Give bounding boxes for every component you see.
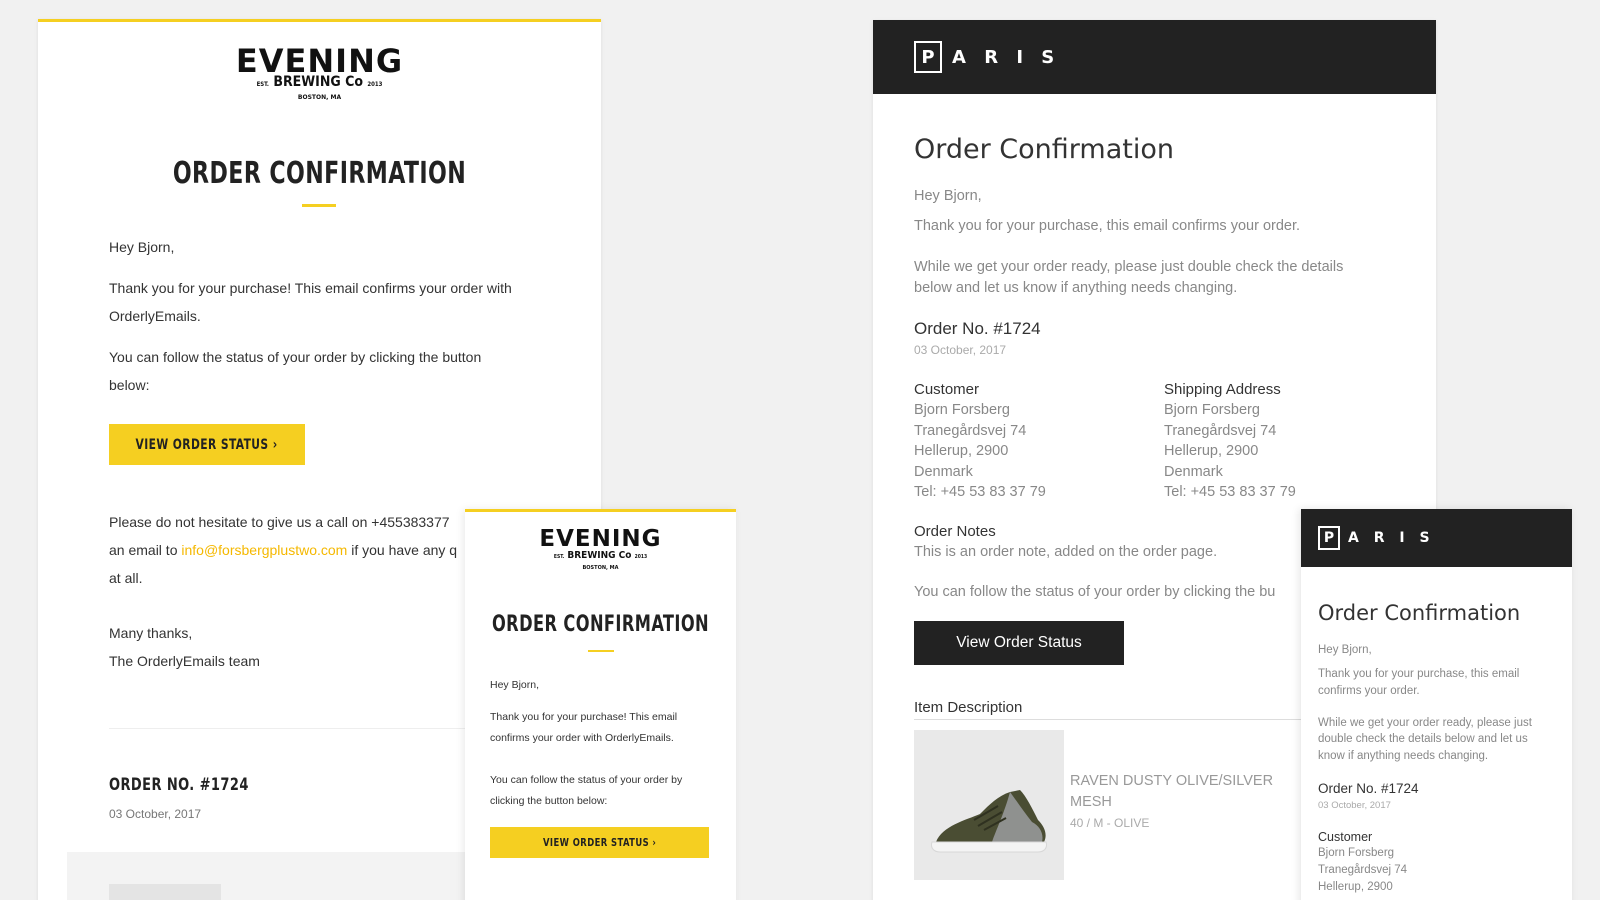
customer-phone: Tel: +45 53 83 37 79: [914, 484, 1046, 500]
paris-mobile-ready-line-1: While we get your order ready, please ju…: [1318, 717, 1532, 729]
logo-est: EST.: [256, 81, 269, 88]
contact-email-link[interactable]: info@forsbergplustwo.com: [181, 542, 347, 558]
paris-mobile-customer-city: Hellerup, 2900: [1318, 881, 1393, 893]
shipping-street: Tranegårdsvej 74: [1164, 423, 1277, 439]
follow-line-2: below:: [109, 377, 150, 393]
paris-mobile-logo-rest: A R I S: [1348, 530, 1435, 546]
paris-mobile-logo-box: P: [1318, 526, 1340, 550]
paris-order-number: Order No. #1724: [914, 319, 1041, 338]
contact-prefix: an email to: [109, 542, 182, 558]
paris-header-bar: P A R I S: [873, 20, 1436, 94]
paris-mobile-ready-line-3: know if anything needs changing.: [1318, 750, 1489, 762]
logo-sub: BREWING Co: [273, 74, 363, 90]
shipping-country: Denmark: [1164, 464, 1223, 480]
paris-ready-line-2: below and let us know if anything needs …: [914, 280, 1238, 296]
paris-mobile-order-number: Order No. #1724: [1318, 781, 1419, 796]
mobile-title-accent-rule: [588, 650, 614, 652]
paris-order-date: 03 October, 2017: [914, 343, 1007, 357]
order-number: ORDER NO. #1724: [109, 775, 249, 795]
mobile-follow-line-1: You can follow the status of your order …: [490, 774, 683, 786]
paris-mobile-customer-name: Bjorn Forsberg: [1318, 847, 1395, 859]
shipping-phone: Tel: +45 53 83 37 79: [1164, 484, 1296, 500]
body-line-1: Thank you for your purchase! This email …: [109, 280, 512, 296]
paris-mobile-ready-line-2: double check the details below and let u…: [1318, 733, 1528, 745]
contact-line-1: Please do not hesitate to give us a call…: [109, 514, 450, 530]
evening-mobile-email: EVENING EST. BREWING Co 2013 BOSTON, MA …: [465, 509, 736, 900]
paris-ready-line-1: While we get your order ready, please ju…: [914, 259, 1344, 275]
view-order-status-label: VIEW ORDER STATUS ›: [135, 436, 279, 453]
order-date: 03 October, 2017: [109, 807, 202, 821]
paris-page-title: Order Confirmation: [914, 134, 1174, 165]
mobile-follow-line-2: clicking the button below:: [490, 795, 608, 807]
paris-mobile-greeting: Hey Bjorn,: [1318, 644, 1372, 656]
product-variant: 40 / M - OLIVE: [1070, 816, 1150, 830]
contact-suffix: if you have any q: [347, 542, 458, 558]
mobile-view-order-status-label: VIEW ORDER STATUS ›: [542, 836, 657, 849]
page-title: ORDER CONFIRMATION: [172, 156, 467, 191]
mobile-view-order-status-button[interactable]: VIEW ORDER STATUS ›: [490, 827, 709, 858]
paris-logo-letter: P: [921, 46, 935, 68]
item-description-divider: [914, 719, 1354, 720]
customer-city: Hellerup, 2900: [914, 443, 1009, 459]
evening-mobile-logo-subline: EST. BREWING Co 2013: [465, 550, 736, 561]
mobile-body-line-2: confirms your order with OrderlyEmails.: [490, 732, 674, 744]
paris-view-order-status-label: View Order Status: [956, 634, 1082, 651]
body-line-2: OrderlyEmails.: [109, 308, 201, 324]
mobile-greeting: Hey Bjorn,: [490, 679, 540, 691]
team-name: The OrderlyEmails team: [109, 653, 260, 669]
product-image: [914, 730, 1064, 880]
paris-view-order-status-button[interactable]: View Order Status: [914, 621, 1124, 665]
product-name-line-2: MESH: [1070, 794, 1112, 810]
evening-mobile-logo-location: BOSTON, MA: [582, 565, 619, 571]
order-notes-heading: Order Notes: [914, 523, 996, 540]
paris-mobile-order-date: 03 October, 2017: [1318, 800, 1391, 811]
paris-logo-rest: A R I S: [952, 46, 1061, 68]
paris-greeting: Hey Bjorn,: [914, 188, 982, 204]
paris-mobile-page-title: Order Confirmation: [1318, 601, 1521, 625]
logo-year: 2013: [367, 81, 383, 88]
greeting: Hey Bjorn,: [109, 239, 175, 255]
follow-line-1: You can follow the status of your order …: [109, 349, 482, 365]
paris-thanks: Thank you for your purchase, this email …: [914, 218, 1301, 234]
customer-heading: Customer: [914, 381, 980, 398]
contact-line-2: an email to info@forsbergplustwo.com if …: [109, 542, 457, 558]
customer-country: Denmark: [914, 464, 973, 480]
paris-mobile-thanks-line-1: Thank you for your purchase, this email: [1318, 668, 1520, 680]
item-image-placeholder: [109, 884, 221, 900]
mobile-logo-year: 2013: [634, 554, 648, 560]
paris-mobile-logo-letter: P: [1323, 530, 1335, 546]
paris-mobile-customer-street: Tranegårdsvej 74: [1318, 864, 1408, 876]
paris-logo-box: P: [914, 41, 942, 73]
view-order-status-button[interactable]: VIEW ORDER STATUS ›: [109, 424, 305, 465]
shipping-name: Bjorn Forsberg: [1164, 402, 1260, 418]
evening-mobile-logo-wordmark: EVENING: [539, 526, 662, 552]
paris-logo: P A R I S: [914, 41, 1060, 73]
paris-mobile-header-bar: P A R I S: [1301, 509, 1572, 567]
item-description-heading: Item Description: [914, 699, 1023, 716]
mobile-body-line-1: Thank you for your purchase! This email: [490, 711, 678, 723]
sneaker-icon: [931, 790, 1047, 853]
shipping-heading: Shipping Address: [1164, 381, 1281, 398]
paris-mobile-thanks-line-2: confirms your order.: [1318, 685, 1420, 697]
shipping-city: Hellerup, 2900: [1164, 443, 1259, 459]
product-name-line-1: RAVEN DUSTY OLIVE/SILVER: [1070, 773, 1274, 789]
mobile-logo-est: EST.: [553, 554, 565, 560]
evening-logo-subline: EST. BREWING Co 2013: [38, 74, 601, 90]
mobile-logo-sub: BREWING Co: [567, 550, 632, 561]
paris-mobile-logo: P A R I S: [1318, 526, 1435, 550]
evening-logo-location: BOSTON, MA: [297, 94, 342, 101]
paris-mobile-email: P A R I S Order Confirmation Hey Bjorn, …: [1301, 509, 1572, 900]
customer-street: Tranegårdsvej 74: [914, 423, 1027, 439]
order-notes-text: This is an order note, added on the orde…: [914, 544, 1218, 560]
title-accent-rule: [302, 204, 336, 207]
paris-follow-text: You can follow the status of your order …: [914, 584, 1276, 600]
paris-mobile-customer-heading: Customer: [1318, 830, 1373, 844]
signoff: Many thanks,: [109, 625, 193, 641]
contact-line-3: at all.: [109, 570, 143, 586]
customer-name: Bjorn Forsberg: [914, 402, 1010, 418]
mobile-page-title: ORDER CONFIRMATION: [491, 612, 710, 637]
